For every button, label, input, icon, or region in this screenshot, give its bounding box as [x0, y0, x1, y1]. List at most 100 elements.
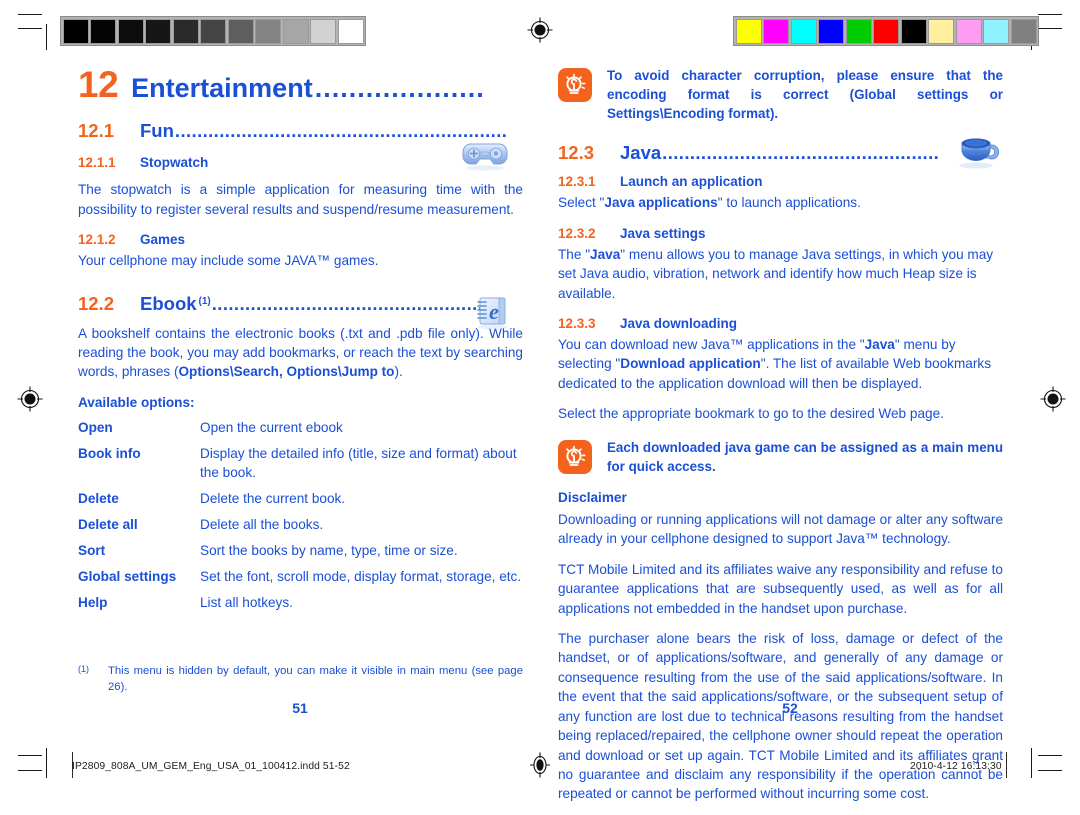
option-definition: Set the font, scroll mode, display forma… [200, 569, 522, 585]
subsection-title-stopwatch: Stopwatch [140, 155, 209, 171]
launch-app-bold: Java applications [604, 195, 718, 211]
paragraph-games: Your cellphone may include some JAVA™ ga… [78, 253, 379, 268]
launch-app-part1: Select " [558, 195, 605, 211]
paragraph-disclaimer-3: The purchaser alone bears the risk of lo… [558, 630, 1003, 802]
java-settings-part2: " menu allows you to manage Java setting… [558, 246, 994, 301]
subsection-number-games: 12.1.2 [78, 232, 116, 247]
crop-mark-bottom-left-h2 [18, 755, 42, 757]
color-calibration-bar [733, 16, 1039, 46]
gray-swatch-1 [90, 18, 116, 44]
tip-bulb-icon [558, 439, 592, 474]
option-definition: List all hotkeys. [200, 595, 293, 611]
color-swatch-9 [983, 18, 1009, 44]
subsection-heading-java-downloading: 12.3.3 Java downloading [558, 316, 1003, 331]
option-term: Delete all [78, 517, 138, 532]
subsection-title-games: Games [140, 232, 186, 247]
chapter-heading: 12 Entertainment .................... [78, 66, 523, 103]
gray-swatch-5 [200, 18, 226, 44]
color-swatch-4 [845, 18, 872, 44]
paragraph-launch-app: Select "Java applications" to launch app… [558, 193, 1003, 212]
paragraph-java-settings: The "Java" menu allows you to manage Jav… [558, 245, 1003, 303]
gray-swatch-10 [337, 18, 364, 44]
registration-target-left [17, 386, 43, 412]
java-dl-bold2: Download application [620, 356, 761, 372]
option-term: Book info [78, 445, 141, 461]
note-encoding-part3: ). [769, 106, 779, 122]
color-swatch-1 [763, 18, 789, 44]
table-row: Sort Sort the books by name, type, time … [78, 541, 523, 560]
footer-timestamp: 2010-4-12 16:13:30 [910, 761, 1002, 772]
crop-mark-bottom-left-h [18, 770, 42, 772]
note-encoding: To avoid character corruption, please en… [558, 66, 1003, 123]
table-row: Delete all Delete all the books. [78, 515, 523, 534]
java-dl-part1: You can download new Java™ applications … [558, 336, 865, 352]
registration-target-bottom [527, 752, 553, 778]
tip-bulb-icon [558, 68, 592, 102]
subsection-heading-stopwatch: 12.1.1 Stopwatch [78, 155, 523, 170]
gray-swatch-0 [62, 18, 89, 44]
crop-mark-bottom-right-h2 [1038, 755, 1062, 757]
footer-rule-right [1006, 752, 1008, 778]
option-term: Help [78, 595, 108, 611]
gray-swatch-7 [255, 18, 281, 44]
option-term: Open [78, 419, 113, 435]
gamepad-icon [462, 138, 508, 178]
left-page-column: 12 Entertainment .................... 12… [78, 66, 523, 619]
coffee-cup-icon [955, 132, 1001, 172]
subsection-title-launch-app: Launch an application [620, 174, 763, 190]
svg-text:e: e [489, 299, 499, 324]
crop-mark-top-left-h2 [18, 28, 42, 30]
note-encoding-bold1: Global settings [854, 87, 969, 103]
color-swatch-0 [735, 18, 762, 44]
gray-swatch-3 [145, 18, 171, 44]
section-leader-dots-java: ........................................… [662, 142, 940, 164]
paragraph-stopwatch: The stopwatch is a simple application fo… [78, 182, 523, 217]
color-swatch-8 [955, 18, 982, 44]
chapter-leader-dots: .................... [314, 75, 485, 102]
table-row: Open Open the current ebook [78, 418, 523, 437]
table-row: Delete Delete the current book. [78, 489, 523, 508]
disclaimer-heading: Disclaimer [558, 489, 627, 505]
registration-target-right [1040, 386, 1066, 412]
option-definition: Delete the current book. [200, 490, 346, 506]
note-encoding-part2: or [968, 87, 1003, 103]
paragraph-java-downloading: You can download new Java™ applications … [558, 335, 1003, 393]
section-number-ebook: 12.2 [78, 293, 115, 315]
page-number-left: 51 [292, 700, 308, 716]
subsection-heading-launch-app: 12.3.1 Launch an application [558, 174, 1003, 189]
table-row: Global settings Set the font, scroll mod… [78, 567, 523, 586]
subsection-number-launch-app: 12.3.1 [558, 174, 596, 190]
ebook-intro-part2: ). [394, 364, 403, 380]
note-encoding-text: To avoid character corruption, please en… [607, 66, 1003, 123]
subsection-number-java-downloading: 12.3.3 [558, 315, 596, 331]
subsection-title-java-settings: Java settings [620, 225, 706, 241]
paragraph-disclaimer-1: Downloading or running applications will… [558, 511, 1003, 547]
gray-swatch-4 [172, 18, 199, 44]
chapter-title: Entertainment [131, 73, 313, 103]
note-java-game-text: Each downloaded java game can be assigne… [607, 439, 1003, 474]
footnote-text: This menu is hidden by default, you can … [108, 665, 523, 694]
subsection-number-stopwatch: 12.1.1 [78, 155, 116, 171]
crop-mark-top-right-h [1038, 14, 1062, 16]
table-row: Book info Display the detailed info (tit… [78, 444, 523, 482]
subsection-heading-java-settings: 12.3.2 Java settings [558, 226, 1003, 241]
section-footnote-ref-ebook: (1) [198, 296, 211, 308]
ebook-options-table: Open Open the current ebook Book info Di… [78, 418, 523, 612]
java-settings-bold: Java [590, 246, 621, 262]
section-heading-java: 12.3 Java ..............................… [558, 141, 1003, 164]
subsection-title-java-downloading: Java downloading [620, 315, 738, 331]
available-options-heading: Available options: [78, 394, 195, 410]
footnote-marker: (1) [78, 664, 89, 674]
gray-swatch-9 [310, 18, 336, 44]
section-heading-fun: 12.1 Fun ...............................… [78, 119, 523, 142]
table-row: Help List all hotkeys. [78, 593, 523, 612]
chapter-number: 12 [78, 64, 119, 105]
option-definition: Sort the books by name, type, time or si… [200, 543, 458, 559]
subsection-number-java-settings: 12.3.2 [558, 225, 596, 241]
page-number-right: 52 [782, 700, 798, 716]
ebook-intro-bold: Options\Search, Options\Jump to [178, 364, 395, 380]
java-settings-part1: The " [558, 246, 591, 262]
footnote: (1) This menu is hidden by default, you … [78, 663, 523, 695]
crop-mark-bottom-right-h [1038, 770, 1062, 772]
paragraph-disclaimer-2: TCT Mobile Limited and its affiliates wa… [558, 561, 1003, 616]
